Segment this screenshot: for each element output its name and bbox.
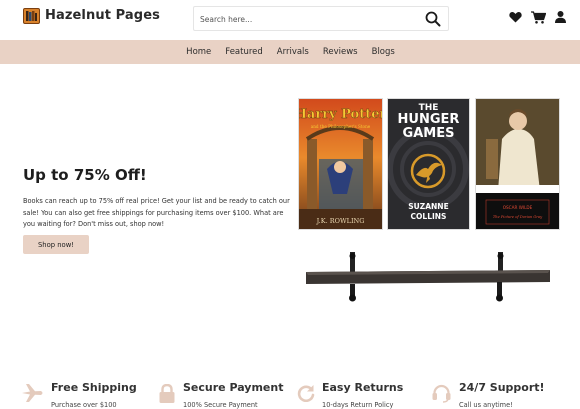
headset-icon — [432, 384, 451, 403]
book-2-author-line1: SUZANNE — [408, 202, 448, 211]
redo-icon — [297, 385, 315, 402]
search-icon[interactable] — [425, 11, 441, 27]
book-cover-dorian-gray[interactable]: OSCAR WILDE The Picture of Dorian Gray — [476, 99, 559, 229]
nav-home[interactable]: Home — [186, 47, 211, 57]
book-2-title-line2: HUNGER — [398, 112, 460, 127]
book-1-subtitle: and the Philosopher's Stone — [311, 124, 371, 129]
brand-logo[interactable]: Hazelnut Pages — [23, 7, 160, 24]
feature-easy-returns: Easy Returns 10-days Return Policy — [297, 378, 417, 409]
nav-arrivals[interactable]: Arrivals — [277, 47, 309, 57]
book-1-title: Harry Potter — [299, 107, 382, 122]
feature-title: 24/7 Support! — [459, 381, 545, 394]
feature-subtitle: Call us anytime! — [459, 401, 513, 409]
hero-title: Up to 75% Off! — [23, 166, 147, 184]
book-cover-hunger-games[interactable]: THE HUNGER GAMES SUZANNE COLLINS — [388, 99, 469, 229]
user-icon[interactable] — [555, 11, 566, 23]
cart-icon[interactable] — [531, 11, 546, 24]
feature-title: Free Shipping — [51, 381, 137, 394]
nav-reviews[interactable]: Reviews — [323, 47, 358, 57]
heart-icon[interactable] — [509, 11, 522, 23]
book-cover-harry-potter[interactable]: Harry Potter and the Philosopher's Stone… — [299, 99, 382, 229]
feature-secure-payment: Secure Payment 100% Secure Payment — [159, 378, 289, 409]
feature-support: 24/7 Support! Call us anytime! — [432, 378, 562, 409]
plane-icon — [22, 384, 43, 402]
main-nav: Home Featured Arrivals Reviews Blogs — [0, 40, 580, 64]
search-box — [193, 6, 449, 31]
feature-title: Secure Payment — [183, 381, 284, 394]
feature-title: Easy Returns — [322, 381, 404, 394]
book-1-author: J.K. ROWLING — [316, 217, 365, 225]
feature-subtitle: Purchase over $100 — [51, 401, 117, 409]
book-3-title: The Picture of Dorian Gray — [493, 215, 543, 219]
book-2-title-line3: GAMES — [403, 126, 455, 141]
nav-blogs[interactable]: Blogs — [372, 47, 395, 57]
book-3-author: OSCAR WILDE — [503, 205, 533, 210]
search-input[interactable] — [200, 10, 420, 28]
wall-shelf-image — [306, 252, 550, 302]
lock-icon — [159, 384, 175, 403]
nav-featured[interactable]: Featured — [225, 47, 263, 57]
feature-subtitle: 100% Secure Payment — [183, 401, 258, 409]
site-header: Hazelnut Pages — [0, 0, 580, 40]
feature-subtitle: 10-days Return Policy — [322, 401, 394, 409]
book-shelf-logo-icon — [23, 8, 40, 24]
hero-description: Books can reach up to 75% off real price… — [23, 197, 290, 228]
feature-free-shipping: Free Shipping Purchase over $100 — [22, 378, 152, 409]
header-actions — [509, 11, 566, 24]
brand-name: Hazelnut Pages — [45, 8, 160, 23]
shop-now-button[interactable]: Shop now! — [23, 235, 89, 254]
book-2-author-line2: COLLINS — [411, 212, 447, 221]
